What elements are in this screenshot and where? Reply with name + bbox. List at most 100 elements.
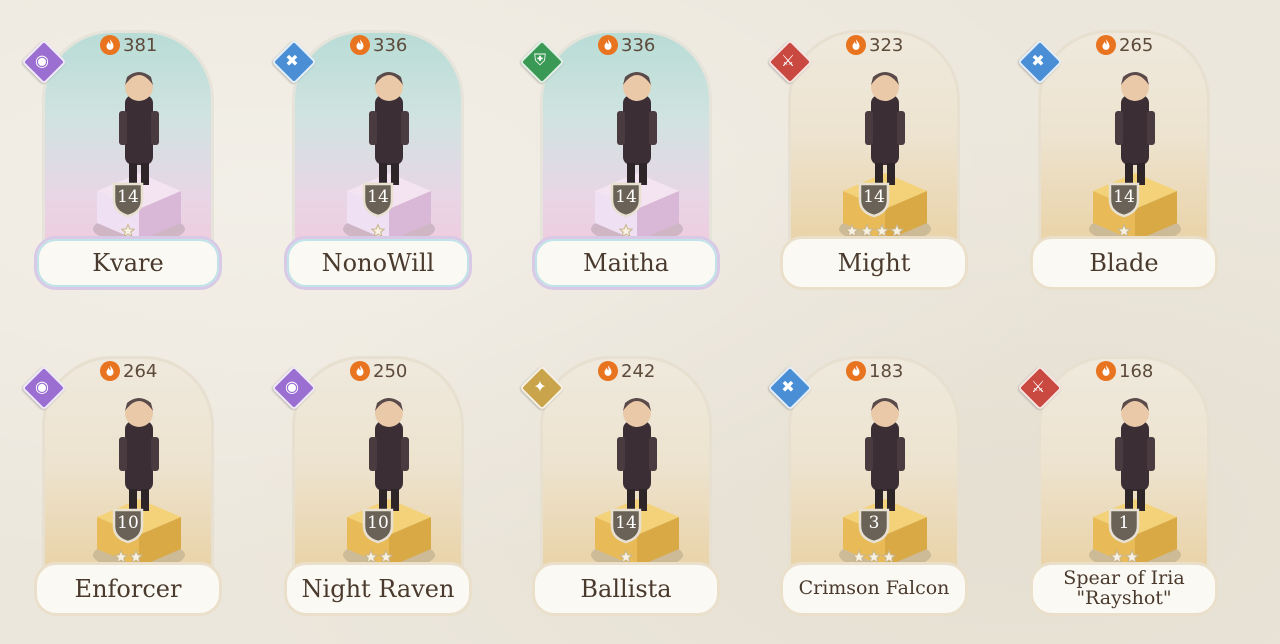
hero-power: 265 [1096,34,1153,56]
hero-level: 10 [367,513,389,533]
star-icon [873,223,890,238]
hero-card[interactable]: 336 ✖ 14 NonoWill [271,18,472,290]
hero-card[interactable]: 242 ✦ 14 Ballista [519,344,720,616]
hero-portrait [93,72,185,243]
hero-level: 14 [863,187,885,207]
hero-star-rating [1030,549,1218,564]
flame-icon [350,361,370,381]
hero-level: 14 [615,513,637,533]
hero-portrait [591,398,683,569]
hero-name: Kvare [92,249,164,277]
hero-name: Night Raven [301,575,455,603]
flame-icon [598,361,618,381]
hero-level-badge: 14 [110,180,146,218]
hero-star-rating [284,223,472,238]
hero-power-value: 265 [1119,34,1154,56]
hero-star-rating [1030,223,1218,238]
hero-card[interactable]: 183 ✖ 3 Crimson Falcon [767,344,968,616]
hero-level-badge: 1 [1106,506,1142,544]
flame-icon [100,361,120,381]
hero-power-value: 336 [373,34,408,56]
hero-power-value: 168 [1119,360,1154,382]
arcane-class-icon: ◉ [21,365,67,411]
hero-level: 14 [367,187,389,207]
flame-icon [846,361,866,381]
hero-name: Enforcer [74,575,182,603]
hero-name: Crimson Falcon [798,577,950,600]
hero-name-plate: Might [780,236,968,290]
hero-power: 336 [350,34,407,56]
striker-class-icon: ✖ [767,365,813,411]
hero-level: 14 [1113,187,1135,207]
flame-icon [1096,361,1116,381]
striker-class-icon: ✖ [1017,39,1063,85]
hero-name-plate: Blade [1030,236,1218,290]
hero-portrait [591,72,683,243]
hero-power: 242 [598,360,655,382]
hero-name-plate: NonoWill [284,236,472,290]
flame-icon [1096,35,1116,55]
hero-name-plate: Kvare [34,236,222,290]
hero-portrait [1089,398,1181,569]
star-icon [377,549,394,564]
hero-name: Ballista [580,575,672,603]
hero-level: 3 [868,513,880,533]
hero-star-rating [34,223,222,238]
hero-star-rating [34,549,222,564]
hero-name: Maitha [583,249,669,277]
star-icon [881,549,897,564]
flame-icon [100,35,120,55]
hero-level: 14 [117,187,139,207]
star-icon [851,549,867,564]
star-icon [362,549,379,564]
hero-star-rating [780,223,968,238]
star-icon [1123,549,1140,564]
hero-portrait [343,398,435,569]
hero-name: Spear of Iria "Rayshot" [1063,567,1185,609]
hero-portrait [839,398,931,569]
hero-power-value: 381 [123,34,158,56]
defender-class-icon: ⛨ [519,39,565,85]
star-icon [1108,549,1125,564]
star-icon [112,549,129,564]
hero-card[interactable]: 250 ◉ 10 Night Raven [271,344,472,616]
hero-card[interactable]: 381 ◉ 14 Kvare [21,18,222,290]
hero-level-badge: 3 [856,506,892,544]
hero-name: Blade [1089,249,1159,277]
hero-power-value: 264 [123,360,158,382]
hero-power: 336 [598,34,655,56]
hero-power-value: 242 [621,360,656,382]
arcane-class-icon: ◉ [271,365,317,411]
hero-power-value: 336 [621,34,656,56]
hero-star-rating [532,223,720,238]
flame-icon [598,35,618,55]
hero-level-badge: 14 [1106,180,1142,218]
striker-class-icon: ✖ [271,39,317,85]
hero-portrait [343,72,435,243]
hero-power: 264 [100,360,157,382]
hero-name-plate: Crimson Falcon [780,562,968,616]
hero-name-plate: Night Raven [284,562,472,616]
warrior-class-icon: ⚔ [1017,365,1063,411]
hero-level: 1 [1118,513,1130,533]
hero-level: 10 [117,513,139,533]
hero-card[interactable]: 168 ⚔ 1 Spear of Iria "Rayshot" [1017,344,1218,616]
hero-level-badge: 14 [608,180,644,218]
hero-name: Might [837,249,911,277]
flame-icon [846,35,866,55]
star-icon [1116,223,1132,238]
hero-level-badge: 14 [608,506,644,544]
flame-icon [350,35,370,55]
hero-card[interactable]: 264 ◉ 10 Enforcer [21,344,222,616]
hero-power: 323 [846,34,903,56]
hero-card[interactable]: 265 ✖ 14 Blade [1017,18,1218,290]
hero-card[interactable]: 323 ⚔ 14 Might [767,18,968,290]
hero-level-badge: 14 [856,180,892,218]
star-icon [618,549,634,564]
hero-star-rating [532,549,720,564]
hero-name-plate: Enforcer [34,562,222,616]
hero-power-value: 183 [869,360,904,382]
hero-card[interactable]: 336 ⛨ 14 Maitha [519,18,720,290]
hero-name: NonoWill [321,249,435,277]
hero-star-rating [780,549,968,564]
